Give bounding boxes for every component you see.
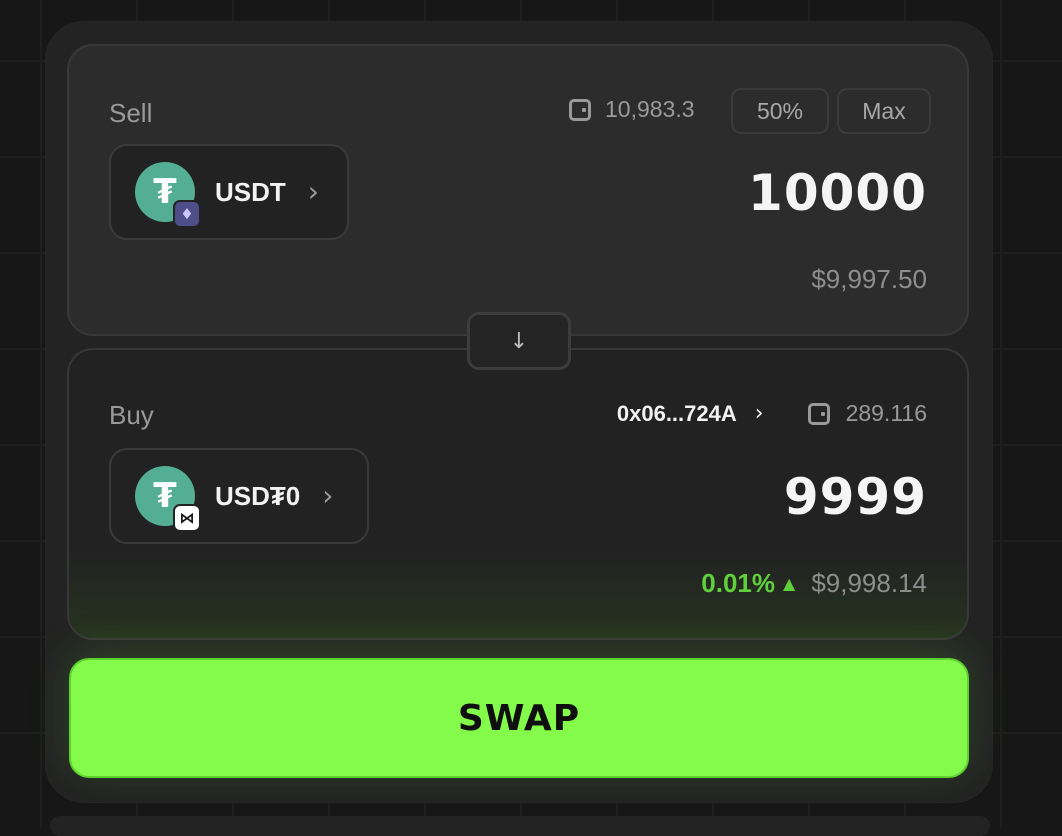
sell-token-selector[interactable]: ₮ ♦ USDT › xyxy=(109,144,349,240)
chevron-right-icon[interactable]: › xyxy=(755,401,764,426)
buy-token-selector[interactable]: ₮ ⋈ USD₮0 › xyxy=(109,448,369,544)
wallet-icon xyxy=(808,403,830,425)
buy-usd-value: $9,998.14 xyxy=(811,568,927,599)
recipient-address[interactable]: 0x06...724A xyxy=(617,401,737,427)
chain-link-icon: ⋈ xyxy=(173,504,201,532)
sell-balance: 10,983.3 xyxy=(569,96,695,123)
usdt-token-icon: ₮ ♦ xyxy=(135,162,195,222)
sell-amount-input[interactable]: 10000 xyxy=(748,164,927,222)
sell-balance-value: 10,983.3 xyxy=(605,96,695,123)
buy-label: Buy xyxy=(109,400,154,431)
buy-recipient-row: 0x06...724A › 289.116 xyxy=(617,400,927,427)
sell-panel: Sell 10,983.3 50% Max ₮ ♦ USDT › 10000 $… xyxy=(67,44,969,336)
buy-balance-value: 289.116 xyxy=(846,400,927,427)
swap-direction-button[interactable]: ↓ xyxy=(467,312,571,370)
buy-amount: 9999 xyxy=(784,468,927,526)
buy-token-symbol: USD₮0 xyxy=(215,481,300,512)
bottom-panel-edge xyxy=(50,816,990,836)
swap-button[interactable]: SWAP xyxy=(69,658,969,778)
buy-usd-row: 0.01% ▲ $9,998.14 xyxy=(701,568,927,599)
swap-card: Sell 10,983.3 50% Max ₮ ♦ USDT › 10000 $… xyxy=(46,22,992,802)
chevron-right-icon: › xyxy=(308,178,319,206)
sell-usd-value: $9,997.50 xyxy=(811,264,927,295)
max-balance-button[interactable]: Max xyxy=(837,88,931,134)
ethereum-chain-icon: ♦ xyxy=(173,200,201,228)
arrow-down-icon: ↓ xyxy=(510,329,528,354)
price-change-percent: 0.01% xyxy=(701,568,775,599)
sell-label: Sell xyxy=(109,98,152,129)
triangle-up-icon: ▲ xyxy=(783,574,795,593)
chevron-right-icon: › xyxy=(322,482,333,510)
wallet-icon xyxy=(569,99,591,121)
usdt0-token-icon: ₮ ⋈ xyxy=(135,466,195,526)
half-balance-button[interactable]: 50% xyxy=(731,88,829,134)
sell-token-symbol: USDT xyxy=(215,177,286,208)
buy-panel: Buy 0x06...724A › 289.116 ₮ ⋈ USD₮0 › 99… xyxy=(67,348,969,640)
